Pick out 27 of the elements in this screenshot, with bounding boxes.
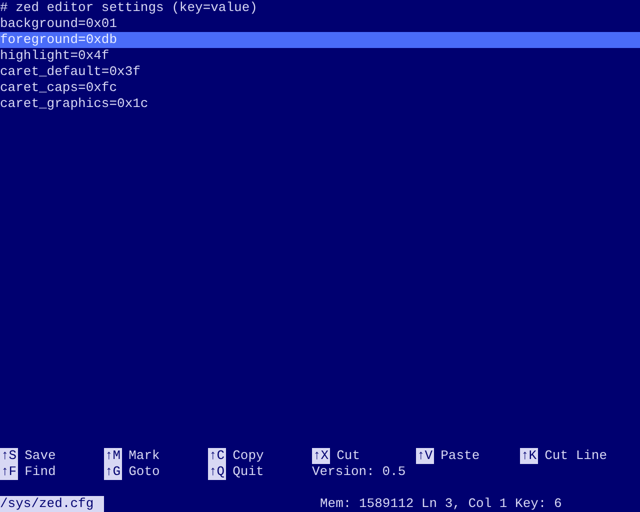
editor-line[interactable]: caret_caps=0xfc	[0, 80, 640, 96]
shortcut-label: Paste	[440, 448, 480, 464]
shortcut-key[interactable]: ↑Q	[208, 464, 226, 480]
shortcut-label: Quit	[232, 464, 264, 480]
version-text: Version: 0.5	[312, 464, 406, 480]
shortcut-label: Goto	[128, 464, 160, 480]
shortcut-key[interactable]: ↑C	[208, 448, 226, 464]
editor-line[interactable]: caret_default=0x3f	[0, 64, 640, 80]
shortcut-key[interactable]: ↑X	[312, 448, 330, 464]
shortcut-label: Copy	[232, 448, 264, 464]
shortcut-key[interactable]: ↑M	[104, 448, 122, 464]
shortcut-label: Save	[24, 448, 56, 464]
file-path: /sys/zed.cfg	[0, 496, 104, 512]
editor-line[interactable]: caret_graphics=0x1c	[0, 96, 640, 112]
shortcut-key[interactable]: ↑S	[0, 448, 18, 464]
shortcut-label: Mark	[128, 448, 160, 464]
editor-line[interactable]: highlight=0x4f	[0, 48, 640, 64]
shortcut-label: Find	[24, 464, 56, 480]
shortcut-label: Cut	[336, 448, 360, 464]
shortcut-key[interactable]: ↑F	[0, 464, 18, 480]
shortcut-label: Cut Line	[544, 448, 608, 464]
shortcut-key[interactable]: ↑G	[104, 464, 122, 480]
shortcut-key[interactable]: ↑K	[520, 448, 538, 464]
editor-line[interactable]: background=0x01	[0, 16, 640, 32]
status-info: Mem: 1589112 Ln 3, Col 1 Key: 6	[320, 496, 562, 512]
shortcut-key[interactable]: ↑V	[416, 448, 434, 464]
editor-line[interactable]: # zed editor settings (key=value)	[0, 0, 640, 16]
